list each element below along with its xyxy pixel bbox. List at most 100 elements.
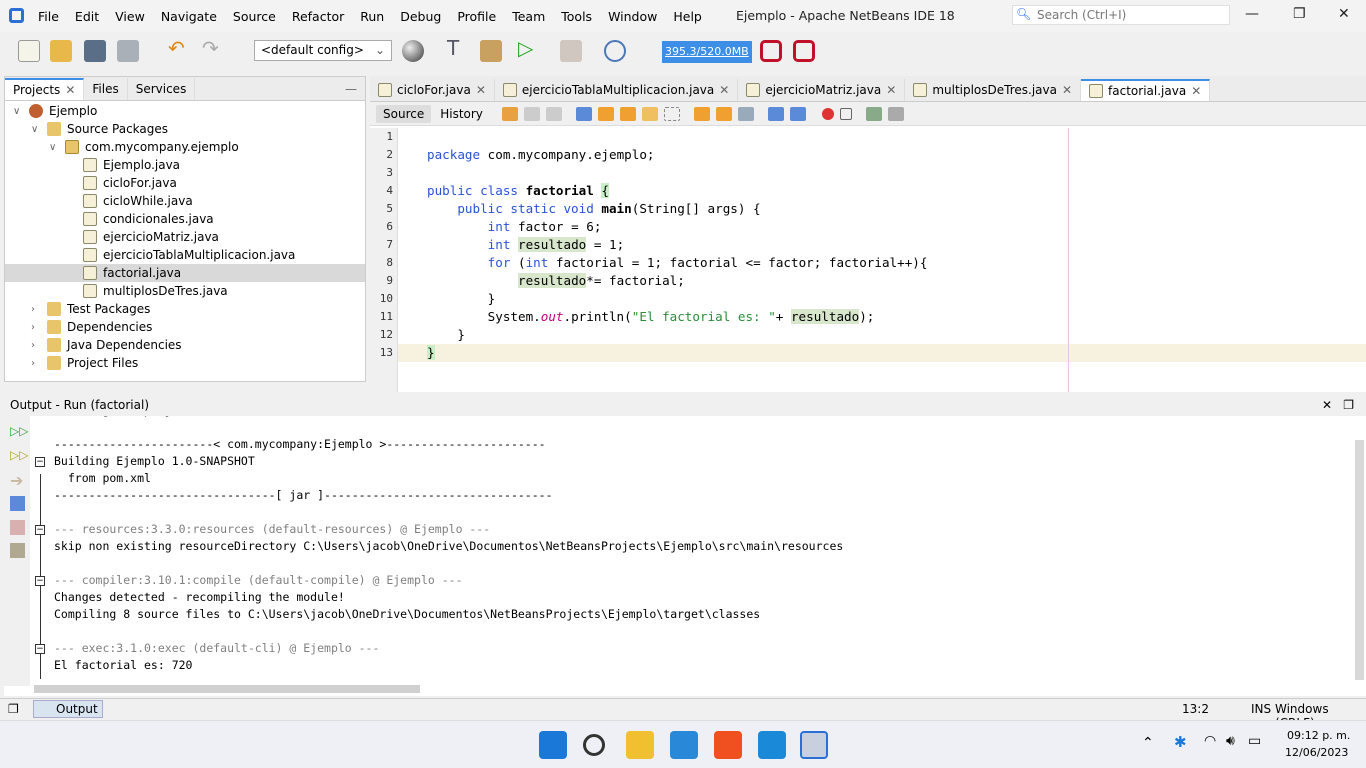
- menu-run[interactable]: Run: [352, 9, 392, 24]
- chevron-icon[interactable]: ∨: [13, 106, 23, 117]
- find-icon[interactable]: [575, 106, 592, 121]
- tab-files[interactable]: Files: [84, 78, 128, 100]
- chevron-icon[interactable]: ›: [31, 322, 41, 333]
- close-icon[interactable]: ✕: [1062, 83, 1072, 97]
- search-input[interactable]: Search (Ctrl+I): [1012, 5, 1230, 25]
- output-horizontal-scrollbar[interactable]: [34, 685, 420, 693]
- editor-tab[interactable]: cicloFor.java ✕: [370, 79, 495, 101]
- tree-item[interactable]: ejercicioTablaMultiplicacion.java: [5, 246, 365, 264]
- back-icon[interactable]: [523, 106, 540, 121]
- tree-item[interactable]: ∨ Ejemplo: [5, 102, 365, 120]
- close-icon[interactable]: ✕: [719, 83, 729, 97]
- restore-window-icon[interactable]: ❐: [8, 702, 19, 716]
- browser-icon[interactable]: [402, 40, 424, 62]
- comment-icon[interactable]: [865, 106, 882, 121]
- build-icon[interactable]: T: [447, 36, 469, 60]
- tree-item[interactable]: › Dependencies: [5, 318, 365, 336]
- find-previous-icon[interactable]: [597, 106, 614, 121]
- clean-build-icon[interactable]: [480, 40, 502, 62]
- bluetooth-icon[interactable]: ✱: [1174, 733, 1187, 751]
- tree-item[interactable]: multiplosDeTres.java: [5, 282, 365, 300]
- menu-window[interactable]: Window: [600, 9, 665, 24]
- start-icon[interactable]: [539, 731, 567, 759]
- tree-item[interactable]: ∨ Source Packages: [5, 120, 365, 138]
- gc-icon[interactable]: [760, 40, 782, 62]
- find-next-icon[interactable]: [619, 106, 636, 121]
- toggle-bookmark-icon[interactable]: [737, 106, 754, 121]
- memory-indicator[interactable]: 395.3/520.0MB: [662, 41, 752, 63]
- brave-icon[interactable]: [714, 731, 742, 759]
- tab-services[interactable]: Services: [128, 78, 196, 100]
- menu-help[interactable]: Help: [665, 9, 710, 24]
- tree-item[interactable]: cicloWhile.java: [5, 192, 365, 210]
- clock-time[interactable]: 09:12 p. m.: [1287, 729, 1350, 742]
- redo-icon[interactable]: ↷: [202, 36, 224, 60]
- close-window-button[interactable]: ✕: [1338, 6, 1350, 22]
- tree-item[interactable]: ∨ com.mycompany.ejemplo: [5, 138, 365, 156]
- wifi-icon[interactable]: ◠: [1204, 733, 1216, 749]
- chevron-icon[interactable]: ›: [31, 304, 41, 315]
- menu-refactor[interactable]: Refactor: [284, 9, 352, 24]
- volume-icon[interactable]: 🔊︎: [1226, 733, 1235, 749]
- fold-toggle-icon[interactable]: −: [35, 576, 45, 586]
- stop-macro-icon[interactable]: [839, 107, 852, 120]
- minimize-panel-icon[interactable]: —: [345, 82, 357, 100]
- editor-tab[interactable]: ejercicioTablaMultiplicacion.java ✕: [495, 79, 739, 101]
- profiler-icon[interactable]: [793, 40, 815, 62]
- menu-navigate[interactable]: Navigate: [153, 9, 225, 24]
- tree-item[interactable]: ejercicioMatriz.java: [5, 228, 365, 246]
- chevron-icon[interactable]: ∨: [49, 142, 59, 153]
- close-icon[interactable]: ✕: [1191, 84, 1201, 98]
- editor-tab[interactable]: multiplosDeTres.java ✕: [905, 79, 1082, 101]
- maximize-button[interactable]: ❐: [1293, 6, 1306, 22]
- output-text[interactable]: Scanning for projects... ----------------…: [4, 416, 1344, 684]
- output-vertical-scrollbar[interactable]: [1355, 440, 1364, 680]
- menu-profile[interactable]: Profile: [449, 9, 504, 24]
- editor-tab[interactable]: factorial.java ✕: [1081, 79, 1211, 101]
- chevron-up-icon[interactable]: ⌃: [1142, 735, 1154, 751]
- last-edit-icon[interactable]: [501, 106, 518, 121]
- tree-item[interactable]: Ejemplo.java: [5, 156, 365, 174]
- netbeans-taskbar-icon[interactable]: [800, 731, 828, 759]
- tree-item[interactable]: › Java Dependencies: [5, 336, 365, 354]
- new-project-icon[interactable]: [50, 40, 72, 62]
- uncomment-icon[interactable]: [887, 106, 904, 121]
- record-macro-icon[interactable]: [821, 107, 834, 120]
- minimize-button[interactable]: —: [1245, 6, 1259, 22]
- chevron-icon[interactable]: ∨: [31, 124, 41, 135]
- new-file-icon[interactable]: [18, 40, 40, 62]
- menu-edit[interactable]: Edit: [67, 9, 107, 24]
- store-icon[interactable]: [670, 731, 698, 759]
- menu-file[interactable]: File: [30, 9, 67, 24]
- editor-tab[interactable]: ejercicioMatriz.java ✕: [738, 79, 906, 101]
- run-icon[interactable]: ▷: [518, 36, 540, 60]
- shift-right-icon[interactable]: [789, 106, 806, 121]
- output-status-tab[interactable]: Output: [33, 700, 103, 718]
- file-explorer-icon[interactable]: [626, 731, 654, 759]
- source-tab[interactable]: Source: [376, 104, 432, 123]
- fold-toggle-icon[interactable]: −: [35, 457, 45, 467]
- config-select[interactable]: <default config> ⌄: [254, 40, 392, 61]
- battery-icon[interactable]: ▭: [1248, 733, 1261, 749]
- toggle-highlight-icon[interactable]: [641, 106, 658, 121]
- close-icon[interactable]: ✕: [476, 83, 486, 97]
- menu-tools[interactable]: Tools: [553, 9, 600, 24]
- next-bookmark-icon[interactable]: [715, 106, 732, 121]
- forward-icon[interactable]: [545, 106, 562, 121]
- code-area[interactable]: package com.mycompany.ejemplo; public cla…: [398, 128, 1366, 392]
- menu-debug[interactable]: Debug: [392, 9, 449, 24]
- save-all-icon[interactable]: [117, 40, 139, 62]
- chevron-icon[interactable]: ›: [31, 340, 41, 351]
- undo-icon[interactable]: ↶: [168, 36, 190, 60]
- tree-item[interactable]: cicloFor.java: [5, 174, 365, 192]
- vscode-icon[interactable]: [758, 731, 786, 759]
- menu-team[interactable]: Team: [504, 9, 553, 24]
- shift-left-icon[interactable]: [767, 106, 784, 121]
- previous-bookmark-icon[interactable]: [693, 106, 710, 121]
- close-icon[interactable]: ✕: [886, 83, 896, 97]
- fold-toggle-icon[interactable]: −: [35, 525, 45, 535]
- debug-icon[interactable]: [560, 40, 582, 62]
- chevron-icon[interactable]: ›: [31, 358, 41, 369]
- close-output-icon[interactable]: ✕: [1322, 398, 1332, 412]
- tree-item[interactable]: › Project Files: [5, 354, 365, 372]
